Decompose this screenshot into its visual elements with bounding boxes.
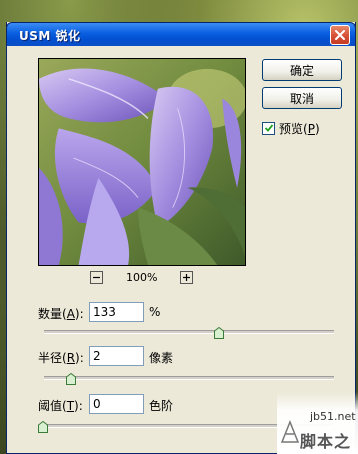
preview-checkbox[interactable] bbox=[262, 121, 275, 135]
amount-label: 数量(A): bbox=[38, 307, 84, 321]
zoom-in-icon bbox=[183, 274, 190, 281]
radius-slider-thumb[interactable] bbox=[66, 373, 76, 385]
radius-unit: 像素 bbox=[149, 351, 174, 365]
amount-slider-thumb[interactable] bbox=[214, 327, 225, 339]
zoom-out-button[interactable] bbox=[90, 271, 103, 284]
amount-unit: % bbox=[149, 305, 161, 319]
slider-thumb-icon bbox=[214, 327, 225, 339]
check-icon bbox=[264, 124, 273, 132]
preview-toggle[interactable]: 预览(P) bbox=[262, 120, 320, 136]
watermark-logo-icon bbox=[280, 420, 300, 443]
watermark-name: 脚本之家 bbox=[300, 432, 352, 451]
preview-label: 预览(P) bbox=[279, 121, 320, 136]
zoom-controls: 100% bbox=[90, 270, 200, 286]
radius-slider-track[interactable] bbox=[44, 376, 334, 380]
iris-flower-image bbox=[39, 59, 245, 265]
threshold-input[interactable]: 0 bbox=[89, 394, 144, 414]
radius-input[interactable]: 2 bbox=[89, 346, 144, 366]
amount-input[interactable]: 133 bbox=[89, 302, 144, 322]
amount-slider-track[interactable] bbox=[44, 330, 334, 334]
slider-thumb-icon bbox=[38, 421, 48, 433]
close-button[interactable] bbox=[330, 25, 350, 45]
zoom-level: 100% bbox=[126, 271, 158, 284]
ok-button[interactable]: 确定 bbox=[262, 59, 342, 81]
title-bar[interactable]: USM 锐化 bbox=[6, 22, 356, 46]
zoom-in-button[interactable] bbox=[180, 271, 193, 284]
window-title: USM 锐化 bbox=[19, 29, 81, 43]
threshold-slider-thumb[interactable] bbox=[38, 421, 48, 433]
threshold-label: 阈值(T): bbox=[38, 399, 83, 413]
threshold-unit: 色阶 bbox=[149, 399, 174, 413]
close-icon bbox=[335, 30, 345, 40]
slider-thumb-icon bbox=[66, 373, 76, 385]
cancel-button[interactable]: 取消 bbox=[262, 87, 342, 109]
zoom-out-icon bbox=[93, 276, 100, 279]
watermark-site: jb51.net bbox=[310, 410, 356, 423]
preview-image[interactable] bbox=[38, 58, 246, 266]
radius-label: 半径(R): bbox=[38, 351, 84, 365]
